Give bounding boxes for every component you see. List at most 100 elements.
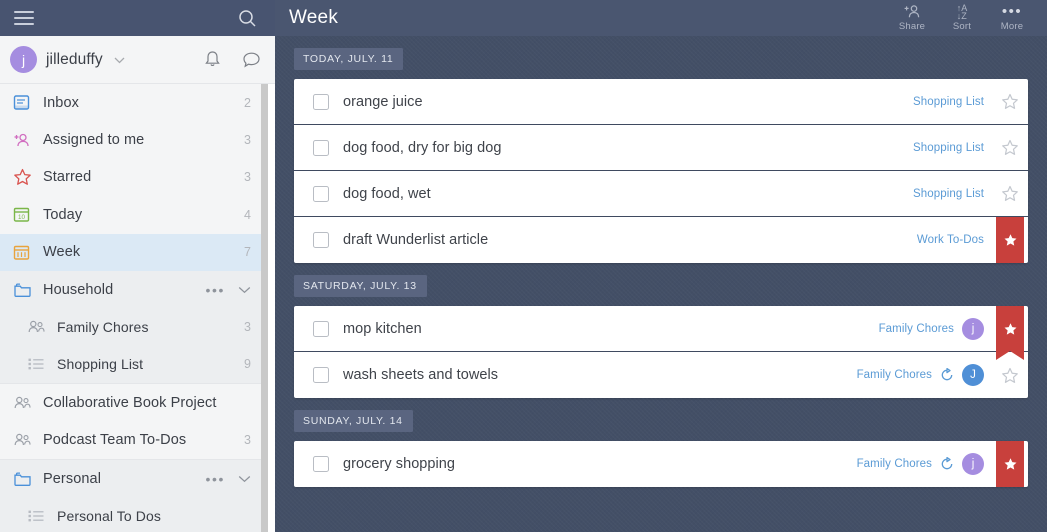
task-checkbox[interactable] bbox=[313, 456, 329, 472]
sidebar-folder-household[interactable]: Household ••• bbox=[0, 271, 268, 308]
star-toggle[interactable] bbox=[992, 352, 1028, 398]
sidebar-item-week[interactable]: Week 7 bbox=[0, 233, 268, 271]
task-list-name[interactable]: Shopping List bbox=[913, 142, 984, 154]
task-checkbox[interactable] bbox=[313, 320, 329, 337]
sidebar-item-podcast-team-to-dos[interactable]: Podcast Team To-Dos 3 bbox=[0, 422, 268, 459]
assignee-avatar: j bbox=[962, 453, 984, 475]
sidebar-item-count: 3 bbox=[244, 320, 251, 335]
task-meta: Shopping List bbox=[913, 171, 1028, 216]
star-toggle[interactable] bbox=[992, 79, 1028, 124]
recurring-icon bbox=[940, 367, 954, 382]
star-toggle[interactable] bbox=[992, 125, 1028, 170]
sidebar-folder-label: Household bbox=[43, 281, 114, 298]
main-header: Week Share ↑A ↓Z Sort ••• More bbox=[275, 0, 1047, 36]
assignee-avatar: j bbox=[962, 317, 984, 340]
sidebar-item-count: 7 bbox=[244, 245, 251, 260]
bell-icon[interactable] bbox=[204, 50, 221, 69]
assigned-person-icon bbox=[13, 132, 35, 149]
star-ribbon bbox=[996, 441, 1024, 487]
star-toggle-starred[interactable] bbox=[992, 441, 1028, 487]
star-toggle-starred[interactable] bbox=[992, 306, 1028, 360]
header-actions: Share ↑A ↓Z Sort ••• More bbox=[887, 0, 1037, 36]
sort-button-label: Sort bbox=[952, 20, 972, 32]
sidebar-item-label: Starred bbox=[43, 169, 92, 186]
sidebar-item-label: Today bbox=[43, 206, 83, 223]
task-title: wash sheets and towels bbox=[343, 367, 499, 383]
date-header: SATURDAY, JULY. 13 bbox=[294, 275, 427, 297]
chevron-down-icon[interactable] bbox=[238, 281, 251, 299]
task-row[interactable]: grocery shopping Family Chores j bbox=[294, 441, 1028, 487]
calendar-today-icon: 10 bbox=[13, 206, 35, 223]
task-list-name[interactable]: Family Chores bbox=[857, 458, 932, 470]
sidebar-item-assigned-to-me[interactable]: Assigned to me 3 bbox=[0, 121, 268, 158]
task-list-name[interactable]: Work To-Dos bbox=[917, 234, 984, 246]
task-checkbox[interactable] bbox=[313, 93, 329, 110]
sidebar: j jilleduffy Inbox 2 Assigned to me 3 St… bbox=[0, 0, 275, 532]
folder-icon bbox=[13, 471, 35, 487]
task-title: orange juice bbox=[343, 93, 423, 110]
user-actions bbox=[204, 50, 261, 69]
share-button[interactable]: Share bbox=[887, 0, 937, 36]
chevron-down-icon[interactable] bbox=[238, 470, 251, 488]
task-list-area: TODAY, JULY. 11 orange juice Shopping Li… bbox=[275, 36, 1047, 532]
task-card: orange juice Shopping List dog food, dry… bbox=[294, 79, 1028, 263]
page-title: Week bbox=[289, 7, 339, 28]
task-group: TODAY, JULY. 11 orange juice Shopping Li… bbox=[294, 36, 1028, 263]
task-list-name[interactable]: Shopping List bbox=[913, 96, 984, 108]
ellipsis-icon[interactable]: ••• bbox=[205, 283, 225, 297]
task-checkbox[interactable] bbox=[313, 185, 329, 202]
task-row[interactable]: dog food, wet Shopping List bbox=[294, 171, 1028, 217]
chevron-down-icon[interactable] bbox=[114, 51, 125, 69]
date-header: SUNDAY, JULY. 14 bbox=[294, 410, 413, 432]
sidebar-item-label: Week bbox=[43, 244, 81, 261]
task-checkbox[interactable] bbox=[313, 139, 329, 156]
list-icon bbox=[27, 508, 49, 524]
task-checkbox[interactable] bbox=[313, 367, 329, 383]
task-title: dog food, wet bbox=[343, 185, 431, 202]
avatar: j bbox=[10, 46, 37, 73]
task-row[interactable]: mop kitchen Family Chores j bbox=[294, 306, 1028, 360]
sidebar-item-inbox[interactable]: Inbox 2 bbox=[0, 84, 268, 121]
task-title: dog food, dry for big dog bbox=[343, 139, 502, 156]
sort-button[interactable]: ↑A ↓Z Sort bbox=[937, 0, 987, 36]
hamburger-menu-icon[interactable] bbox=[14, 11, 34, 25]
sidebar-item-personal-to-dos[interactable]: Personal To Dos bbox=[0, 497, 268, 532]
star-toggle[interactable] bbox=[992, 171, 1028, 216]
task-row[interactable]: draft Wunderlist article Work To-Dos bbox=[294, 217, 1028, 263]
sidebar-topbar bbox=[0, 0, 275, 36]
ellipsis-icon[interactable]: ••• bbox=[205, 472, 225, 486]
sidebar-scrollbar[interactable] bbox=[261, 84, 268, 532]
task-list-name[interactable]: Family Chores bbox=[857, 369, 932, 381]
user-profile-row[interactable]: j jilleduffy bbox=[0, 36, 275, 84]
task-meta: Work To-Dos bbox=[917, 217, 1028, 263]
username-label: jilleduffy bbox=[46, 50, 103, 68]
sidebar-item-count: 9 bbox=[244, 357, 251, 372]
share-person-icon bbox=[903, 5, 922, 20]
chat-bubble-icon[interactable] bbox=[242, 51, 261, 69]
task-row[interactable]: wash sheets and towels Family Chores J bbox=[294, 352, 1028, 398]
folder-icon bbox=[13, 282, 35, 298]
sidebar-item-family-chores[interactable]: Family Chores 3 bbox=[0, 308, 268, 345]
sidebar-item-label: Assigned to me bbox=[43, 132, 145, 149]
task-list-name[interactable]: Family Chores bbox=[879, 323, 954, 335]
share-button-label: Share bbox=[898, 20, 926, 32]
sidebar-item-count: 3 bbox=[244, 433, 251, 448]
search-icon[interactable] bbox=[238, 9, 257, 28]
task-checkbox[interactable] bbox=[313, 232, 329, 248]
task-title: mop kitchen bbox=[343, 320, 422, 337]
sidebar-item-today[interactable]: 10 Today 4 bbox=[0, 196, 268, 233]
shared-list-icon bbox=[13, 395, 35, 411]
recurring-icon bbox=[940, 456, 954, 471]
star-toggle-starred[interactable] bbox=[992, 217, 1028, 263]
sidebar-folder-personal[interactable]: Personal ••• bbox=[0, 460, 268, 497]
task-title: grocery shopping bbox=[343, 456, 456, 472]
more-button[interactable]: ••• More bbox=[987, 0, 1037, 36]
sidebar-item-collaborative-book-project[interactable]: Collaborative Book Project bbox=[0, 384, 268, 421]
sidebar-item-label: Shopping List bbox=[57, 356, 144, 373]
task-list-name[interactable]: Shopping List bbox=[913, 188, 984, 200]
task-row[interactable]: dog food, dry for big dog Shopping List bbox=[294, 125, 1028, 171]
sidebar-item-starred[interactable]: Starred 3 bbox=[0, 159, 268, 196]
task-row[interactable]: orange juice Shopping List bbox=[294, 79, 1028, 125]
sidebar-item-shopping-list[interactable]: Shopping List 9 bbox=[0, 346, 268, 383]
more-button-label: More bbox=[1000, 20, 1024, 32]
